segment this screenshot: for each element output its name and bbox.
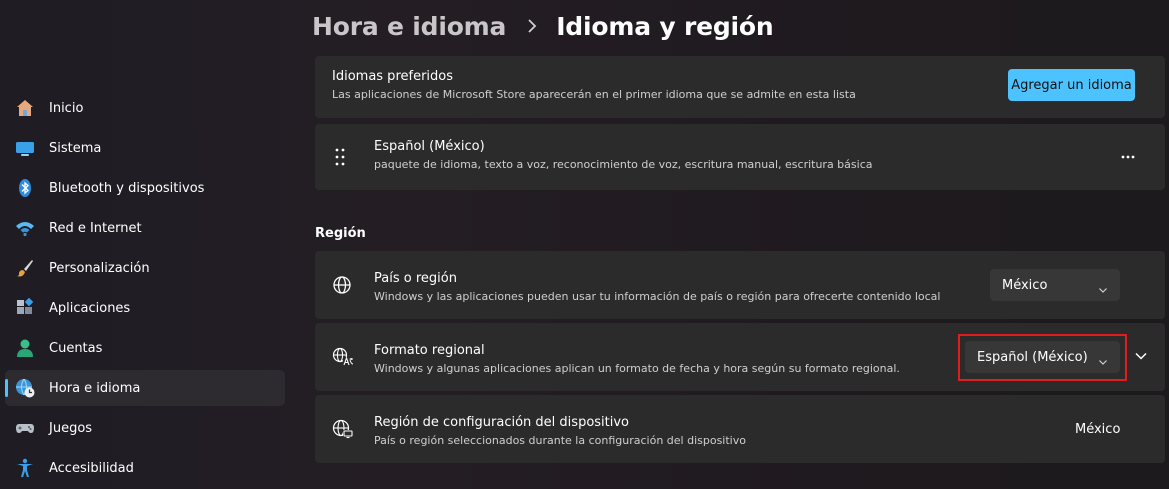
home-icon	[15, 98, 35, 118]
sidebar-item-label: Bluetooth y dispositivos	[49, 180, 205, 196]
page-title: Idioma y región	[556, 11, 774, 41]
wifi-icon	[15, 218, 35, 238]
preferred-languages-title: Idiomas preferidos	[332, 69, 454, 84]
highlight-annotation-box	[958, 334, 1127, 381]
sidebar-item-juegos[interactable]: Juegos	[5, 410, 285, 446]
sidebar-item-label: Red e Internet	[49, 220, 142, 236]
chevron-down-icon	[1098, 280, 1108, 293]
regional-format-icon	[332, 347, 354, 367]
more-options-icon[interactable]	[1115, 145, 1141, 169]
person-icon	[15, 338, 35, 358]
sidebar-item-label: Aplicaciones	[49, 300, 131, 316]
sidebar-item-personalizacion[interactable]: Personalización	[5, 250, 285, 286]
country-region-dropdown[interactable]: México	[990, 269, 1120, 301]
preferred-languages-card: Idiomas preferidos Las aplicaciones de M…	[315, 56, 1165, 118]
sidebar: Inicio Sistema Bluetooth y dispositivos …	[0, 90, 290, 489]
sidebar-item-label: Hora e idioma	[49, 380, 141, 396]
sidebar-item-label: Accesibilidad	[49, 460, 134, 476]
settings-window: Hora e idioma Idioma y región Inicio Sis…	[0, 0, 1169, 489]
paintbrush-icon	[15, 258, 35, 278]
monitor-icon	[15, 138, 35, 158]
preferred-languages-subtitle: Las aplicaciones de Microsoft Store apar…	[332, 88, 856, 101]
add-language-button[interactable]: Agregar un idioma	[1008, 69, 1135, 101]
globe-monitor-icon	[332, 419, 353, 439]
globe-clock-icon	[15, 378, 35, 398]
country-region-title: País o región	[374, 271, 457, 286]
globe-icon	[332, 275, 352, 295]
sidebar-item-hora-idioma[interactable]: Hora e idioma	[5, 370, 285, 406]
sidebar-item-aplicaciones[interactable]: Aplicaciones	[5, 290, 285, 326]
accessibility-icon	[15, 458, 35, 478]
drag-handle-icon[interactable]	[335, 148, 345, 166]
language-features: paquete de idioma, texto a voz, reconoci…	[374, 158, 873, 171]
device-region-subtitle: País o región seleccionados durante la c…	[374, 434, 746, 447]
language-item-card[interactable]: Español (México) paquete de idioma, text…	[315, 124, 1165, 190]
sidebar-item-label: Inicio	[49, 100, 84, 116]
regional-format-title: Formato regional	[374, 343, 485, 358]
sidebar-item-sistema[interactable]: Sistema	[5, 130, 285, 166]
chevron-right-icon	[520, 14, 544, 38]
sidebar-item-label: Sistema	[49, 140, 102, 156]
regional-format-subtitle: Windows y algunas aplicaciones aplican u…	[374, 362, 900, 375]
country-region-card: País o región Windows y las aplicaciones…	[315, 251, 1165, 319]
device-region-card: Región de configuración del dispositivo …	[315, 395, 1165, 463]
country-region-value: México	[1002, 277, 1048, 293]
expand-chevron-icon[interactable]	[1133, 348, 1149, 364]
sidebar-item-inicio[interactable]: Inicio	[5, 90, 285, 126]
breadcrumb-parent-link[interactable]: Hora e idioma	[312, 12, 506, 41]
sidebar-item-label: Juegos	[49, 420, 93, 436]
region-section-heading: Región	[315, 226, 366, 241]
country-region-subtitle: Windows y las aplicaciones pueden usar t…	[374, 290, 941, 303]
sidebar-item-cuentas[interactable]: Cuentas	[5, 330, 285, 366]
sidebar-item-accesibilidad[interactable]: Accesibilidad	[5, 450, 285, 486]
sidebar-item-label: Cuentas	[49, 340, 103, 356]
apps-icon	[15, 298, 35, 318]
breadcrumb: Hora e idioma Idioma y región	[312, 6, 774, 46]
regional-format-card: Formato regional Windows y algunas aplic…	[315, 323, 1165, 391]
device-region-value: México	[1075, 422, 1121, 437]
language-name: Español (México)	[374, 139, 485, 154]
device-region-title: Región de configuración del dispositivo	[374, 415, 630, 430]
bluetooth-icon	[15, 178, 35, 198]
sidebar-item-label: Personalización	[49, 260, 150, 276]
sidebar-item-red[interactable]: Red e Internet	[5, 210, 285, 246]
gamepad-icon	[15, 418, 35, 438]
sidebar-item-bluetooth[interactable]: Bluetooth y dispositivos	[5, 170, 285, 206]
